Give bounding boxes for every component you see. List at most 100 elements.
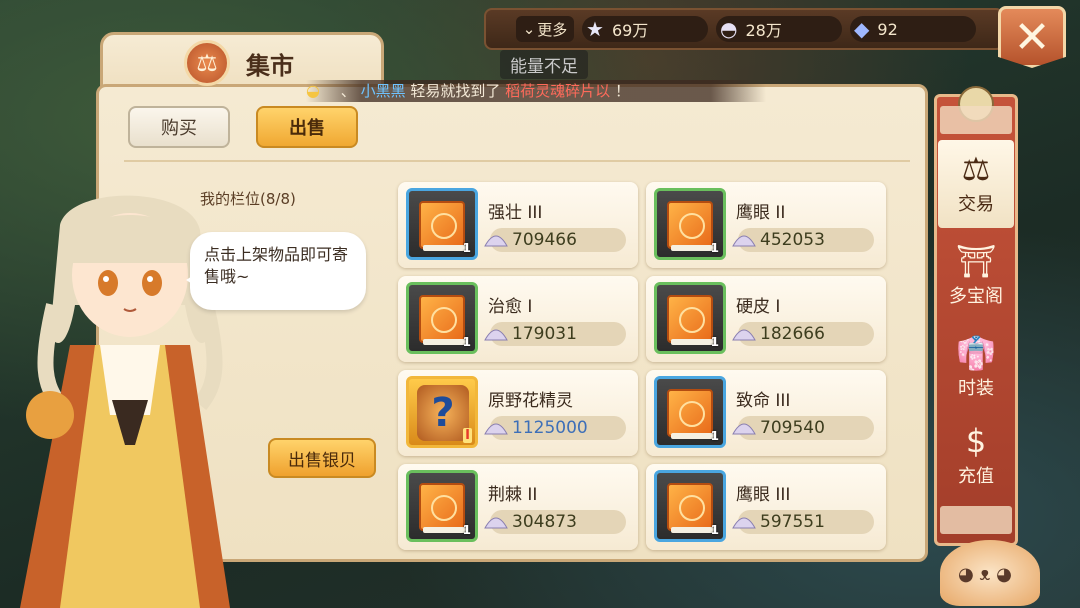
toast-message: 能量不足 xyxy=(500,50,588,79)
shell-icon xyxy=(730,320,758,348)
side-item-trade[interactable]: ⚖ 交易 xyxy=(938,140,1014,228)
skill-book-icon xyxy=(667,201,713,249)
shell-currency: ◓ 28万 xyxy=(716,16,842,42)
book-pages xyxy=(423,339,467,345)
item-name: 荆棘 II xyxy=(488,485,538,505)
shell-icon xyxy=(730,414,758,442)
side-item-label: 交易 xyxy=(958,194,994,215)
item-card[interactable]: ? I 原野花精灵 1125000 xyxy=(398,370,638,456)
item-slot: 1 xyxy=(654,376,726,448)
marquee-prefix: 、 xyxy=(340,82,356,100)
side-ornament xyxy=(940,106,1012,134)
item-card[interactable]: 1 鹰眼 III 597551 xyxy=(646,464,886,550)
item-price: 1125000 xyxy=(512,418,588,438)
treasure-icon: ⛩ xyxy=(955,242,997,280)
shell-amount: 28万 xyxy=(745,21,782,40)
item-qty: 1 xyxy=(710,429,719,443)
item-price: 179031 xyxy=(512,324,577,344)
item-qty: 1 xyxy=(462,241,471,255)
item-price: 709466 xyxy=(512,230,577,250)
item-tier: I xyxy=(463,428,472,443)
book-pages xyxy=(671,527,715,533)
item-card[interactable]: 1 致命 III 709540 xyxy=(646,370,886,456)
book-pages xyxy=(671,433,715,439)
item-card[interactable]: 1 鹰眼 II 452053 xyxy=(646,182,886,268)
marquee-suffix: ！ xyxy=(614,82,630,100)
skill-book-icon xyxy=(667,295,713,343)
item-slot: 1 xyxy=(654,188,726,260)
item-price: 452053 xyxy=(760,230,825,250)
item-qty: 1 xyxy=(462,523,471,537)
item-qty: 1 xyxy=(710,335,719,349)
clothing-icon: 👘 xyxy=(956,334,996,372)
item-slot: 1 xyxy=(654,282,726,354)
item-price: 597551 xyxy=(760,512,825,532)
side-item-fashion[interactable]: 👘 时装 xyxy=(938,324,1014,412)
item-slot: 1 xyxy=(406,282,478,354)
close-icon: ✕ xyxy=(1013,11,1051,63)
item-name: 鹰眼 III xyxy=(736,485,791,505)
gem-currency: ◆ 92 xyxy=(850,16,976,42)
star-amount: 69万 xyxy=(611,21,649,40)
shell-icon xyxy=(482,508,510,536)
side-item-treasure[interactable]: ⛩ 多宝阁 xyxy=(938,232,1014,320)
tab-buy[interactable]: 购买 xyxy=(128,106,230,148)
item-card[interactable]: 1 硬皮 I 182666 xyxy=(646,276,886,362)
announcement-marquee: ◒ 、 小黑黑 轻易就找到了 稻荷灵魂碎片以 ！ xyxy=(306,80,766,102)
npc-speech-bubble: 点击上架物品即可寄售哦~ xyxy=(186,232,366,310)
side-item-recharge[interactable]: $ 充值 xyxy=(938,412,1014,500)
item-card[interactable]: 1 荆棘 II 304873 xyxy=(398,464,638,550)
dollar-icon: $ xyxy=(965,422,987,460)
gold-ingot-icon: ◒ xyxy=(306,81,320,100)
side-item-label: 充值 xyxy=(958,466,994,487)
tab-sell[interactable]: 出售 xyxy=(256,106,358,148)
item-name: 治愈 I xyxy=(488,297,533,317)
marquee-item: 稻荷灵魂碎片以 xyxy=(505,82,611,100)
item-price: 709540 xyxy=(760,418,825,438)
shell-icon xyxy=(730,508,758,536)
item-name: 致命 III xyxy=(736,391,791,411)
item-slot: 1 xyxy=(406,470,478,542)
chevron-down-icon: ⌄ xyxy=(522,20,536,38)
item-slot: 1 xyxy=(654,470,726,542)
hamster-face: ◕ ᴥ ◕ xyxy=(958,564,1012,585)
marquee-text: 轻易就找到了 xyxy=(410,82,501,100)
item-name: 硬皮 I xyxy=(736,297,781,317)
gem-amount: 92 xyxy=(877,19,898,39)
sell-silver-button[interactable]: 出售银贝 xyxy=(268,438,376,478)
skill-book-icon xyxy=(667,483,713,531)
item-qty: 1 xyxy=(462,335,471,349)
side-item-label: 多宝阁 xyxy=(949,286,1003,307)
hamster-mascot: ◕ ᴥ ◕ xyxy=(940,540,1040,606)
item-price: 182666 xyxy=(760,324,825,344)
item-slot: ? I xyxy=(406,376,478,448)
star-icon: ★ xyxy=(586,17,604,41)
item-name: 鹰眼 II xyxy=(736,203,786,223)
gem-icon: ◆ xyxy=(854,17,870,41)
skill-book-icon xyxy=(667,389,713,437)
shell-icon xyxy=(482,414,510,442)
item-name: 原野花精灵 xyxy=(488,391,573,411)
more-button[interactable]: ⌄ 更多 xyxy=(516,16,574,42)
book-pages xyxy=(671,245,715,251)
item-card[interactable]: 1 强壮 III 709466 xyxy=(398,182,638,268)
close-button[interactable]: ✕ xyxy=(998,6,1066,68)
marquee-player: 小黑黑 xyxy=(360,82,406,100)
shell-icon xyxy=(482,320,510,348)
side-ornament xyxy=(940,506,1012,534)
shell-icon xyxy=(482,226,510,254)
item-name: 强壮 III xyxy=(488,203,543,223)
book-pages xyxy=(423,245,467,251)
book-pages xyxy=(671,339,715,345)
item-slot: 1 xyxy=(406,188,478,260)
divider xyxy=(124,160,910,162)
item-card[interactable]: 1 治愈 I 179031 xyxy=(398,276,638,362)
shell-icon: ◓ xyxy=(720,17,738,41)
star-currency: ★ 69万 xyxy=(582,16,708,42)
scale-icon: ⚖ xyxy=(184,40,230,86)
item-qty: 1 xyxy=(710,241,719,255)
side-item-label: 时装 xyxy=(958,378,994,399)
scale-icon: ⚖ xyxy=(961,150,991,188)
book-pages xyxy=(423,527,467,533)
skill-book-icon xyxy=(419,295,465,343)
